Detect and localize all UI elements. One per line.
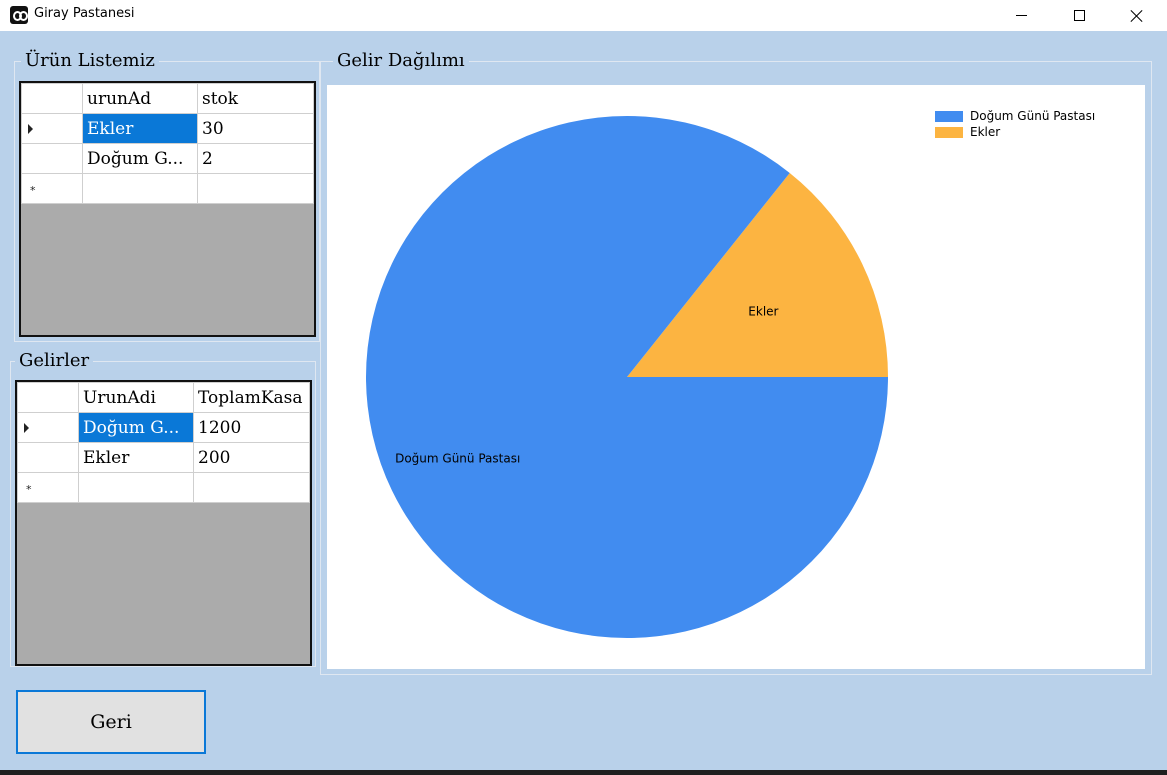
- pie-chart-area[interactable]: Ekler Doğum Günü Pastası Doğum Günü Pasta…: [327, 85, 1145, 669]
- row-header-corner: [21, 83, 83, 114]
- new-row[interactable]: *: [17, 472, 310, 503]
- maximize-button[interactable]: [1056, 0, 1102, 31]
- products-header-row: urunAd stok: [21, 83, 314, 114]
- chart-group-title: Gelir Dağılımı: [333, 50, 469, 72]
- window-title: Giray Pastanesi: [34, 6, 135, 21]
- legend-label: Ekler: [970, 125, 1001, 139]
- close-button[interactable]: [1114, 0, 1160, 31]
- back-button[interactable]: Geri: [16, 690, 206, 754]
- column-header[interactable]: urunAd: [82, 83, 198, 114]
- table-cell[interactable]: Doğum G...: [82, 143, 198, 174]
- table-cell[interactable]: Doğum G...: [78, 412, 194, 443]
- app-icon: [10, 6, 28, 24]
- new-row[interactable]: *: [21, 173, 314, 204]
- table-row[interactable]: Ekler 30: [21, 113, 314, 144]
- products-group-title: Ürün Listemiz: [21, 50, 159, 72]
- table-cell[interactable]: [193, 472, 310, 503]
- legend-label: Doğum Günü Pastası: [970, 109, 1096, 123]
- new-row-star-icon: *: [26, 482, 32, 496]
- maximize-icon: [1073, 10, 1085, 21]
- income-header-row: UrunAdi ToplamKasa: [17, 382, 310, 413]
- table-row[interactable]: Doğum G... 1200: [17, 412, 310, 443]
- chart-legend: Doğum Günü Pastası Ekler: [935, 108, 1095, 140]
- row-header-corner: [17, 382, 79, 413]
- minimize-icon: [1015, 15, 1027, 16]
- title-bar: Giray Pastanesi: [0, 0, 1167, 31]
- row-selector[interactable]: [21, 143, 83, 174]
- row-selector[interactable]: *: [21, 173, 83, 204]
- table-cell[interactable]: [197, 173, 314, 204]
- row-selector[interactable]: [21, 113, 83, 144]
- legend-item: Ekler: [935, 124, 1095, 140]
- table-cell[interactable]: Ekler: [78, 442, 194, 473]
- legend-swatch: [935, 126, 963, 138]
- taskbar-strip: [0, 770, 1167, 775]
- table-cell[interactable]: [82, 173, 198, 204]
- table-row[interactable]: Doğum G... 2: [21, 143, 314, 174]
- pie-chart: Ekler Doğum Günü Pastası: [366, 115, 888, 638]
- income-group-title: Gelirler: [15, 350, 94, 372]
- table-row[interactable]: Ekler 200: [17, 442, 310, 473]
- row-selector[interactable]: [17, 442, 79, 473]
- row-selector[interactable]: [17, 412, 79, 443]
- table-cell[interactable]: 1200: [193, 412, 310, 443]
- close-icon: [1131, 10, 1143, 22]
- pie-label-ekler: Ekler: [748, 304, 778, 318]
- products-grid[interactable]: urunAd stok Ekler 30 Doğum G... 2 *: [19, 81, 316, 337]
- pie-label-dog-um-gu-nu-pastas: Doğum Günü Pastası: [395, 452, 520, 466]
- table-cell[interactable]: Ekler: [82, 113, 198, 144]
- column-header[interactable]: ToplamKasa: [193, 382, 310, 413]
- table-cell[interactable]: 200: [193, 442, 310, 473]
- table-cell[interactable]: 30: [197, 113, 314, 144]
- current-row-arrow-icon: [24, 422, 29, 433]
- minimize-button[interactable]: [998, 0, 1044, 31]
- column-header[interactable]: stok: [197, 83, 314, 114]
- new-row-star-icon: *: [30, 183, 36, 197]
- table-cell[interactable]: 2: [197, 143, 314, 174]
- legend-swatch: [935, 110, 963, 122]
- row-selector[interactable]: *: [17, 472, 79, 503]
- column-header[interactable]: UrunAdi: [78, 382, 194, 413]
- income-grid[interactable]: UrunAdi ToplamKasa Doğum G... 1200 Ekler…: [15, 380, 312, 666]
- current-row-arrow-icon: [28, 123, 33, 134]
- legend-item: Doğum Günü Pastası: [935, 108, 1095, 124]
- table-cell[interactable]: [78, 472, 194, 503]
